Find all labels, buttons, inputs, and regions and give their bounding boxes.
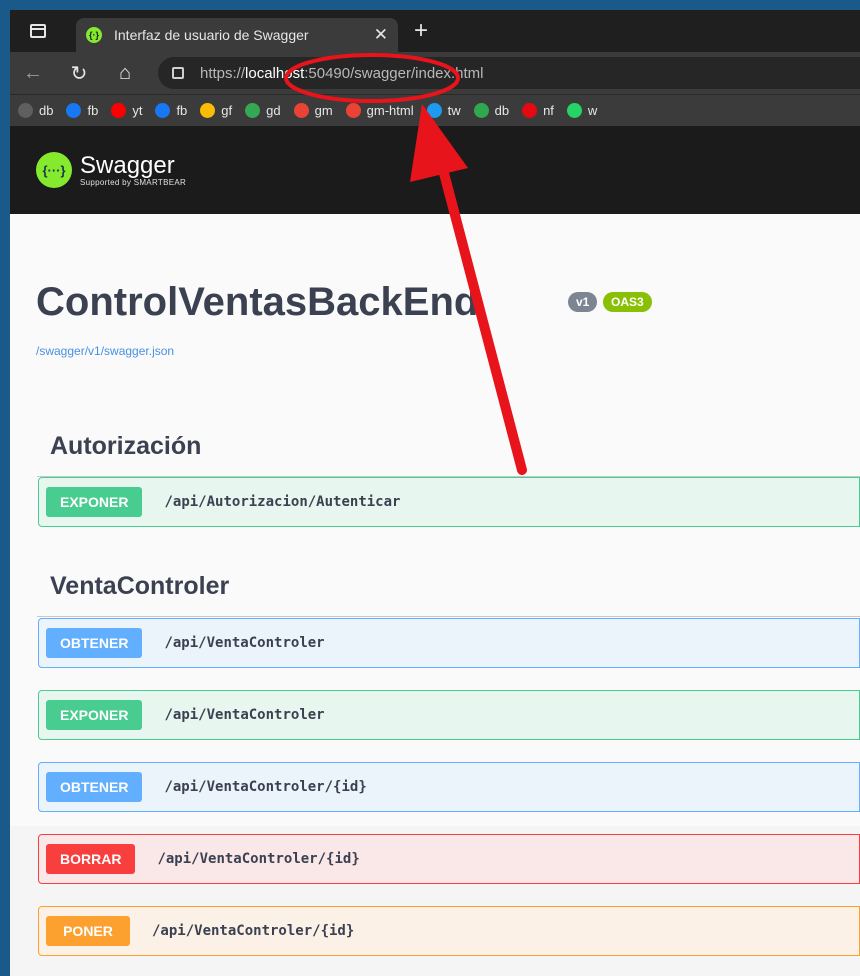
method-badge: OBTENER xyxy=(46,628,143,658)
home-icon[interactable]: ⌂ xyxy=(102,62,148,85)
facebook-icon xyxy=(155,103,171,118)
bookmark-item[interactable]: tw xyxy=(426,103,461,118)
operation-path: /api/VentaControler/{id} xyxy=(157,851,360,867)
bookmark-label: db xyxy=(494,103,510,118)
url-field[interactable]: https://localhost:50490/swagger/index.ht… xyxy=(158,57,860,89)
z-icon xyxy=(473,103,489,118)
bookmark-item[interactable]: w xyxy=(566,103,598,118)
bookmark-label: gm xyxy=(314,103,333,118)
swagger-topbar: {···} Swagger Supported by SMARTBEAR xyxy=(10,126,860,214)
bookmark-item[interactable]: gm xyxy=(293,103,333,118)
bookmark-item[interactable]: db xyxy=(18,103,53,118)
page-icon xyxy=(18,103,33,118)
section-title[interactable]: Autorización xyxy=(50,432,201,461)
swagger-logo-icon[interactable]: {···} xyxy=(36,152,72,188)
operation-row[interactable]: EXPONER/api/VentaControler xyxy=(38,690,860,740)
oas-badge: OAS3 xyxy=(603,292,652,312)
bookmark-label: fb xyxy=(176,103,188,118)
method-badge: OBTENER xyxy=(46,772,143,802)
bookmark-item[interactable]: nf xyxy=(522,103,554,118)
url-text: https://localhost:50490/swagger/index.ht… xyxy=(200,64,484,82)
method-badge: EXPONER xyxy=(46,700,143,730)
bookmark-item[interactable]: gf xyxy=(200,103,232,118)
close-tab-icon[interactable]: ✕ xyxy=(374,25,388,45)
bookmark-item[interactable]: fb xyxy=(66,103,98,118)
swagger-content: ControlVentasBackEnd v1 OAS3 /swagger/v1… xyxy=(10,214,860,956)
bookmark-label: tw xyxy=(447,103,461,118)
swagger-favicon-icon: {·} xyxy=(86,27,102,43)
bookmark-label: yt xyxy=(132,103,143,118)
method-badge: PONER xyxy=(46,916,130,946)
bookmark-label: gm-html xyxy=(366,103,414,118)
new-tab-icon[interactable]: + xyxy=(414,17,428,45)
bookmark-label: nf xyxy=(543,103,554,118)
whatsapp-icon xyxy=(566,103,582,118)
method-badge: BORRAR xyxy=(46,844,136,874)
bookmark-item[interactable]: fb xyxy=(155,103,187,118)
section-divider xyxy=(37,616,860,617)
facebook-icon xyxy=(66,103,82,118)
bookmark-item[interactable]: gd xyxy=(245,103,281,118)
operation-row[interactable]: PONER/api/VentaControler/{id} xyxy=(38,906,860,956)
bookmark-label: gf xyxy=(221,103,233,118)
youtube-icon xyxy=(111,103,127,118)
bookmark-label: db xyxy=(39,103,54,118)
bookmark-label: w xyxy=(587,103,598,118)
google-drive-icon xyxy=(245,103,261,118)
swagger-brand: Swagger Supported by SMARTBEAR xyxy=(80,151,187,187)
google-photos-icon xyxy=(200,103,216,118)
operation-path: /api/Autorizacion/Autenticar xyxy=(164,494,401,510)
lock-icon xyxy=(172,67,184,79)
operation-path: /api/VentaControler/{id} xyxy=(164,779,367,795)
twitter-icon xyxy=(426,103,442,118)
section-title[interactable]: VentaControler xyxy=(50,572,229,601)
tab-title: Interfaz de usuario de Swagger xyxy=(114,27,309,43)
swagger-brand-sub: Supported by SMARTBEAR xyxy=(80,177,187,187)
gmail-icon xyxy=(345,103,361,118)
bookmark-label: gd xyxy=(266,103,281,118)
back-arrow-icon[interactable]: ← xyxy=(10,62,56,85)
refresh-icon[interactable]: ↻ xyxy=(56,61,102,86)
operation-row[interactable]: BORRAR/api/VentaControler/{id} xyxy=(38,834,860,884)
version-badge: v1 xyxy=(568,292,598,312)
bookmarks-bar: db fb yt fb gf gd gm gm-html tw db nf w xyxy=(10,94,860,126)
operation-row[interactable]: EXPONER/api/Autorizacion/Autenticar xyxy=(38,477,860,527)
page-title: ControlVentasBackEnd xyxy=(36,280,479,324)
method-badge: EXPONER xyxy=(46,487,143,517)
address-bar: ← ↻ ⌂ https://localhost:50490/swagger/in… xyxy=(10,52,860,94)
operation-path: /api/VentaControler xyxy=(164,707,325,723)
bookmark-item[interactable]: db xyxy=(473,103,510,118)
bookmark-item[interactable]: yt xyxy=(111,103,142,118)
gmail-icon xyxy=(293,103,309,118)
bookmark-item[interactable]: gm-html xyxy=(345,103,414,118)
spec-link[interactable]: /swagger/v1/swagger.json xyxy=(36,344,174,358)
netflix-icon xyxy=(522,103,538,118)
operation-path: /api/VentaControler/{id} xyxy=(152,923,355,939)
operation-row[interactable]: OBTENER/api/VentaControler/{id} xyxy=(38,762,860,812)
browser-tab[interactable]: {·} Interfaz de usuario de Swagger ✕ xyxy=(76,18,398,52)
tab-actions-icon[interactable] xyxy=(30,24,46,38)
swagger-brand-name: Swagger xyxy=(80,151,175,179)
tab-bar: {·} Interfaz de usuario de Swagger ✕ + xyxy=(10,10,860,52)
browser-window: {·} Interfaz de usuario de Swagger ✕ + ←… xyxy=(10,10,860,976)
operation-row[interactable]: OBTENER/api/VentaControler xyxy=(38,618,860,668)
bookmark-label: fb xyxy=(87,103,99,118)
operation-path: /api/VentaControler xyxy=(164,635,325,651)
